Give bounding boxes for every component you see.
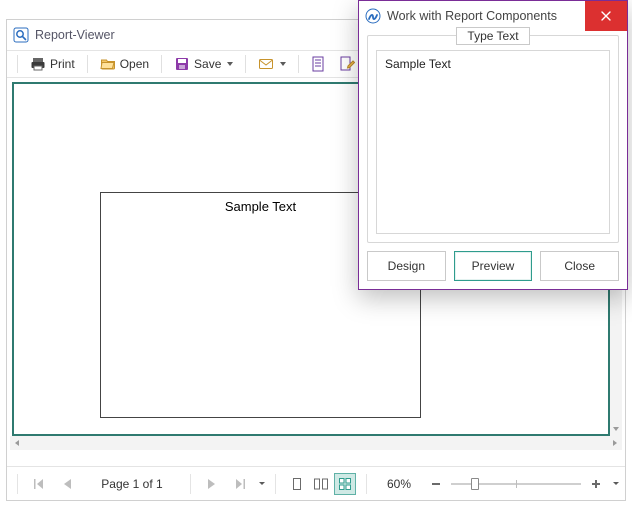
toolbar-separator <box>245 55 246 73</box>
preview-button[interactable]: Preview <box>454 251 533 281</box>
printer-icon <box>30 56 46 72</box>
page-indicator: Page 1 of 1 <box>84 477 180 491</box>
print-button[interactable]: Print <box>24 53 81 75</box>
close-button[interactable]: Close <box>540 251 619 281</box>
view-mode-single-button[interactable] <box>286 473 308 495</box>
view-mode-multi-button[interactable] <box>334 473 356 495</box>
dialog-button-row: Design Preview Close <box>367 251 619 281</box>
zoom-in-button[interactable] <box>587 475 605 493</box>
dialog-app-icon <box>365 8 381 24</box>
save-icon <box>174 56 190 72</box>
chevron-down-icon[interactable] <box>613 482 619 485</box>
zoom-slider[interactable] <box>451 475 581 493</box>
last-page-button[interactable] <box>229 473 251 495</box>
save-label: Save <box>194 57 221 71</box>
page-icon <box>311 56 325 72</box>
statusbar-separator <box>190 474 191 494</box>
work-with-report-components-dialog: Work with Report Components Type Text Sa… <box>358 0 628 290</box>
scroll-down-icon[interactable] <box>610 422 622 436</box>
page-setup-button[interactable] <box>305 53 331 75</box>
next-page-button[interactable] <box>201 473 223 495</box>
mail-icon <box>258 56 274 72</box>
scroll-right-icon[interactable] <box>608 436 622 450</box>
type-text-group-label: Type Text <box>456 27 529 45</box>
chevron-down-icon <box>280 62 286 66</box>
chevron-down-icon[interactable] <box>259 482 265 485</box>
zoom-out-button[interactable] <box>427 475 445 493</box>
zoom-percent[interactable]: 60% <box>377 477 421 491</box>
design-button[interactable]: Design <box>367 251 446 281</box>
statusbar-separator <box>275 474 276 494</box>
folder-open-icon <box>100 56 116 72</box>
type-text-group: Type Text Sample Text <box>367 35 619 243</box>
window-title: Report-Viewer <box>35 28 115 42</box>
text-input[interactable]: Sample Text <box>376 50 610 234</box>
open-label: Open <box>120 57 149 71</box>
chevron-down-icon <box>227 62 233 66</box>
toolbar-separator <box>161 55 162 73</box>
print-label: Print <box>50 57 75 71</box>
view-mode-continuous-button[interactable] <box>310 473 332 495</box>
status-bar: Page 1 of 1 60% <box>7 466 625 500</box>
dialog-title: Work with Report Components <box>387 9 557 23</box>
toolbar-separator <box>17 55 18 73</box>
close-icon <box>600 10 612 22</box>
app-icon <box>13 27 29 43</box>
statusbar-separator <box>17 474 18 494</box>
toolbar-separator <box>87 55 88 73</box>
first-page-button[interactable] <box>28 473 50 495</box>
statusbar-separator <box>366 474 367 494</box>
zoom-slider-thumb[interactable] <box>471 478 479 490</box>
page-pencil-icon <box>339 56 355 72</box>
view-mode-group <box>286 473 356 495</box>
prev-page-button[interactable] <box>56 473 78 495</box>
toolbar-separator <box>298 55 299 73</box>
horizontal-scrollbar[interactable] <box>10 436 622 450</box>
scroll-left-icon[interactable] <box>10 436 24 450</box>
save-button[interactable]: Save <box>168 53 239 75</box>
send-button[interactable] <box>252 53 292 75</box>
open-button[interactable]: Open <box>94 53 155 75</box>
